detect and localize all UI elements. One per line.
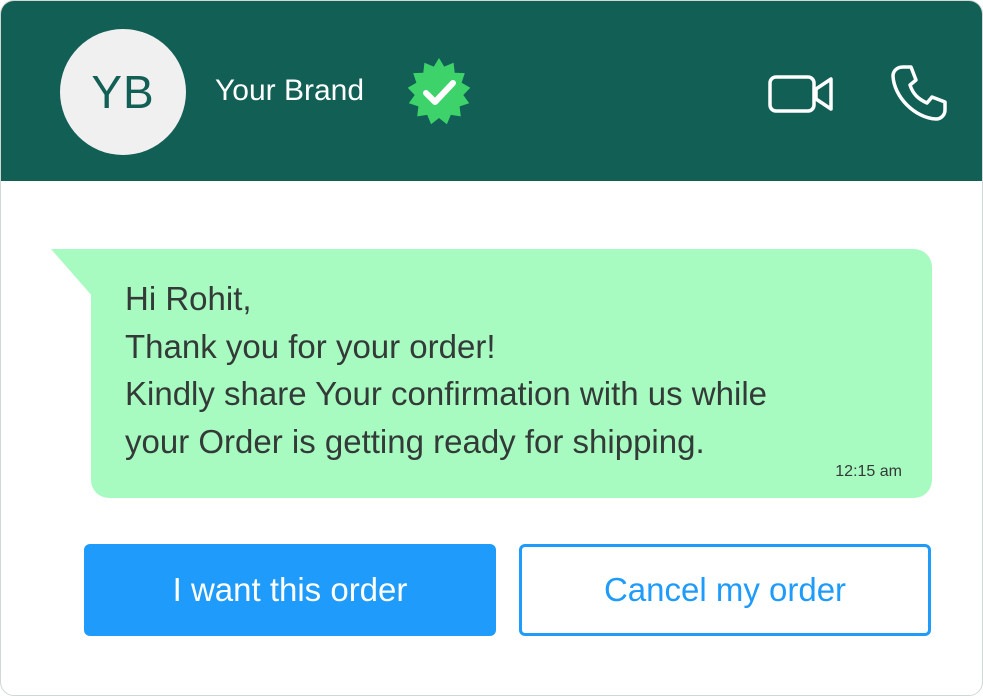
message-line: your Order is getting ready for shipping… bbox=[125, 422, 705, 460]
message-text: Hi Rohit, Thank you for your order! Kind… bbox=[125, 275, 905, 465]
message-timestamp: 12:15 am bbox=[835, 463, 902, 480]
avatar[interactable]: YB bbox=[60, 29, 186, 155]
message-bubble: Hi Rohit, Thank you for your order! Kind… bbox=[91, 249, 932, 498]
phone-icon[interactable] bbox=[889, 63, 949, 123]
accept-order-label: I want this order bbox=[172, 571, 408, 608]
accept-order-button[interactable]: I want this order bbox=[84, 544, 496, 636]
message-line: Hi Rohit, bbox=[125, 280, 252, 317]
avatar-initials: YB bbox=[91, 66, 155, 118]
cancel-order-button[interactable]: Cancel my order bbox=[519, 544, 931, 636]
message-line: Thank you for your order! bbox=[125, 327, 496, 365]
chat-header: YB Your Brand bbox=[1, 1, 982, 181]
brand-name[interactable]: Your Brand bbox=[215, 73, 364, 109]
cancel-order-label: Cancel my order bbox=[603, 571, 847, 608]
message-line: Kindly share Your confirmation with us w… bbox=[125, 375, 768, 412]
verified-badge-icon bbox=[407, 58, 471, 125]
chat-window: YB Your Brand Hi Rohit, Thank you for yo… bbox=[0, 0, 983, 696]
video-camera-icon[interactable] bbox=[767, 71, 835, 117]
